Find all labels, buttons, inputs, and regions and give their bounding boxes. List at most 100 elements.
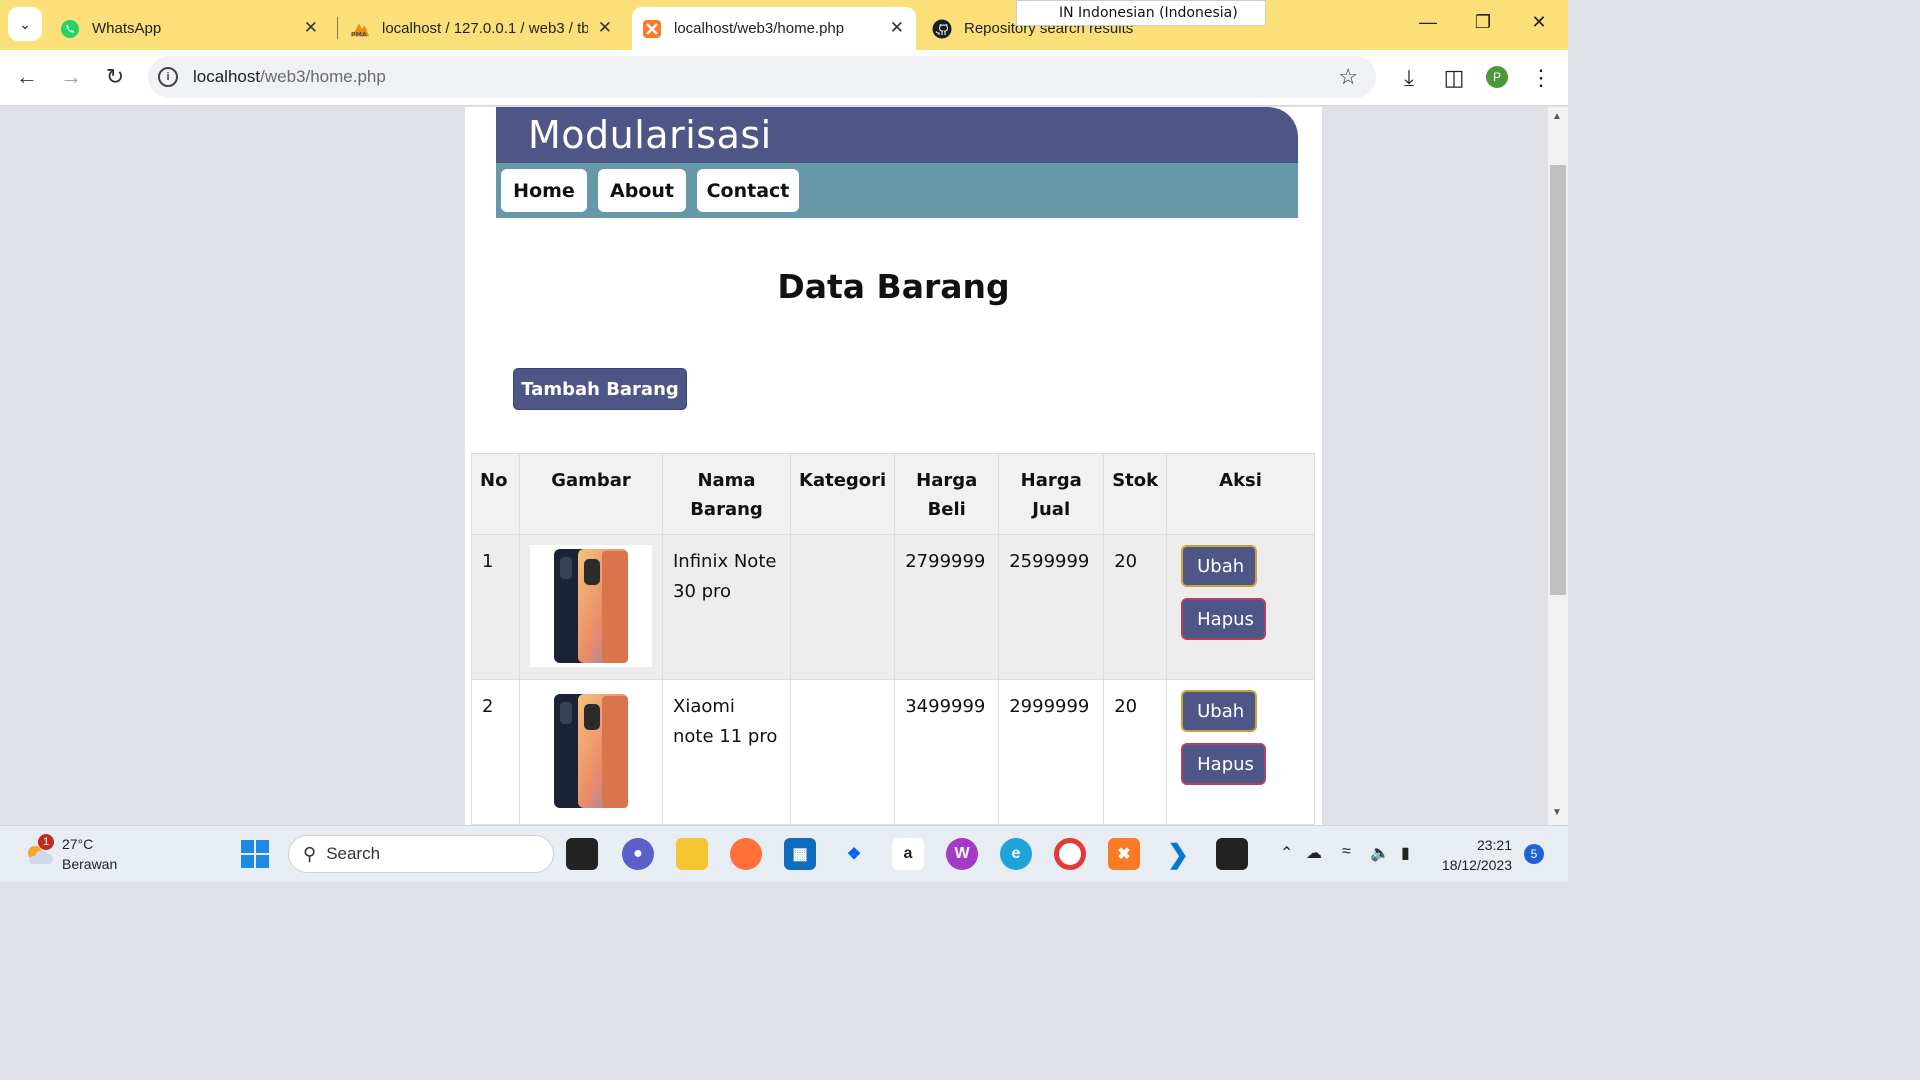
bookmark-star-icon[interactable]: ☆ [1338,64,1358,90]
header-stok: Stok [1103,453,1168,535]
dropbox-icon[interactable]: ❖ [838,838,870,870]
tab-whatsapp[interactable]: WhatsApp ✕ [50,7,330,50]
table-header-row: No Gambar Nama Barang Kategori Harga Bel… [471,453,1315,535]
cell-aksi: Ubah Hapus [1166,679,1315,825]
menu-dots-icon[interactable]: ⋮ [1527,65,1555,91]
nav-contact[interactable]: Contact [697,169,799,212]
notification-badge[interactable]: 5 [1524,844,1544,864]
cell-harga-beli: 2799999 [894,534,1000,680]
header-gambar: Gambar [519,453,663,535]
scroll-down-icon[interactable]: ▼ [1552,807,1562,818]
vscode-icon[interactable]: ❯ [1162,838,1194,870]
clock-date: 18/12/2023 [1441,857,1512,873]
items-table: No Gambar Nama Barang Kategori Harga Bel… [471,453,1315,825]
back-arrow-icon[interactable]: ← [13,64,41,92]
delete-button[interactable]: Hapus [1181,743,1267,785]
volume-icon[interactable]: 🔈 [1370,843,1390,863]
add-item-button[interactable]: Tambah Barang [513,368,687,410]
header-harga-beli: Harga Beli [894,453,1000,535]
header-nama-barang: Nama Barang [662,453,791,535]
tab-phpmyadmin[interactable]: PMA localhost / 127.0.0.1 / web3 / tb ✕ [340,7,624,50]
scroll-up-icon[interactable]: ▲ [1552,111,1562,122]
battery-icon[interactable]: ▮ [1401,843,1410,863]
edge-icon[interactable]: e [1000,838,1032,870]
wifi-icon[interactable]: ≈ [1342,843,1351,861]
nav-about[interactable]: About [598,169,686,212]
onedrive-icon[interactable]: ☁ [1306,843,1322,863]
cell-stok: 20 [1103,534,1168,680]
nav-home[interactable]: Home [501,169,587,212]
table-row: 2 Xiaomi note 11 pro 3499999 2999999 20 … [471,679,1315,825]
taskbar-search[interactable]: ⚲ Search [288,835,554,873]
delete-button[interactable]: Hapus [1181,598,1267,640]
browser-toolbar: ← → ↻ i localhost/web3/home.php ☆ ⤓ ◫ ⋮ [0,50,1568,106]
minimize-icon[interactable]: — [1416,12,1440,33]
header-aksi: Aksi [1166,453,1315,535]
site-header: Modularisasi [496,107,1298,163]
windows-start-icon[interactable] [239,838,271,870]
teams-chat-icon[interactable]: ● [622,838,654,870]
close-icon[interactable]: ✕ [598,18,612,38]
side-panel-icon[interactable]: ◫ [1440,65,1468,91]
profile-avatar[interactable]: P [1486,66,1508,88]
page-title: Data Barang [777,267,1010,306]
weather-condition: Berawan [62,856,118,872]
cell-aksi: Ubah Hapus [1166,534,1315,680]
tab-strip: ⌄ WhatsApp ✕ PMA localhost / 127.0.0.1 /… [0,0,1568,50]
cell-gambar [519,679,663,825]
tab-title: WhatsApp [92,20,162,37]
table-row: 1 Infinix Note 30 pro 2799999 2599999 20… [471,534,1315,680]
cell-stok: 20 [1103,679,1168,825]
search-placeholder: Search [326,844,381,863]
edit-button[interactable]: Ubah [1181,690,1258,732]
tab-home-php[interactable]: localhost/web3/home.php ✕ [632,7,916,50]
site-title: Modularisasi [528,113,772,157]
close-icon[interactable]: ✕ [890,18,904,38]
page-viewport: Modularisasi Home About Contact Data Bar… [0,107,1548,825]
address-bar[interactable]: i localhost/web3/home.php ☆ [148,56,1376,98]
scrollbar-thumb[interactable] [1550,165,1566,595]
task-view-icon[interactable] [566,838,598,870]
tray-chevron-icon[interactable]: ⌃ [1280,843,1293,863]
page-scrollbar[interactable]: ▲ ▼ [1548,107,1568,825]
firefox-icon[interactable] [730,838,762,870]
cell-gambar [519,534,663,680]
restore-icon[interactable]: ❐ [1471,12,1495,33]
cell-kategori [789,534,896,680]
close-icon[interactable]: ✕ [304,18,318,38]
system-clock[interactable]: 23:21 18/12/2023 [1438,835,1512,875]
tab-search-button[interactable]: ⌄ [8,7,42,41]
clock-time: 23:21 [1476,837,1512,853]
edit-button[interactable]: Ubah [1181,545,1258,587]
xampp-taskbar-icon[interactable]: ✖ [1108,838,1140,870]
header-harga-jual: Harga Jual [998,453,1105,535]
info-icon[interactable]: i [158,67,178,87]
chrome-icon[interactable] [1054,838,1086,870]
cell-nama-barang: Xiaomi note 11 pro [662,679,791,825]
cell-harga-beli: 3499999 [894,679,1000,825]
tab-title: localhost/web3/home.php [674,20,845,37]
header-no: No [471,453,520,535]
windows-taskbar: 1 27°C Berawan ⚲ Search ● ▦ ❖ a W e ✖ ❯ … [0,825,1568,882]
cell-no: 2 [471,679,520,825]
forward-arrow-icon[interactable]: → [57,64,85,92]
cell-kategori [789,679,896,825]
tab-separator [337,17,338,39]
reload-icon[interactable]: ↻ [101,64,129,92]
close-window-icon[interactable]: ✕ [1527,12,1551,33]
svg-text:PMA: PMA [351,31,367,38]
wps-office-icon[interactable]: W [946,838,978,870]
page-container: Modularisasi Home About Contact Data Bar… [465,107,1322,825]
cell-no: 1 [471,534,520,680]
cell-harga-jual: 2999999 [998,679,1105,825]
download-icon[interactable]: ⤓ [1395,65,1423,91]
temperature: 27°C [62,836,94,852]
terminal-icon[interactable] [1216,838,1248,870]
language-indicator-popup: IN Indonesian (Indonesia) [1016,0,1266,26]
site-nav: Home About Contact [496,163,1298,218]
url-text: localhost/web3/home.php [193,67,386,86]
microsoft-store-icon[interactable]: ▦ [784,838,816,870]
file-explorer-icon[interactable] [676,838,708,870]
amazon-icon[interactable]: a [892,838,924,870]
search-icon: ⚲ [303,843,317,864]
